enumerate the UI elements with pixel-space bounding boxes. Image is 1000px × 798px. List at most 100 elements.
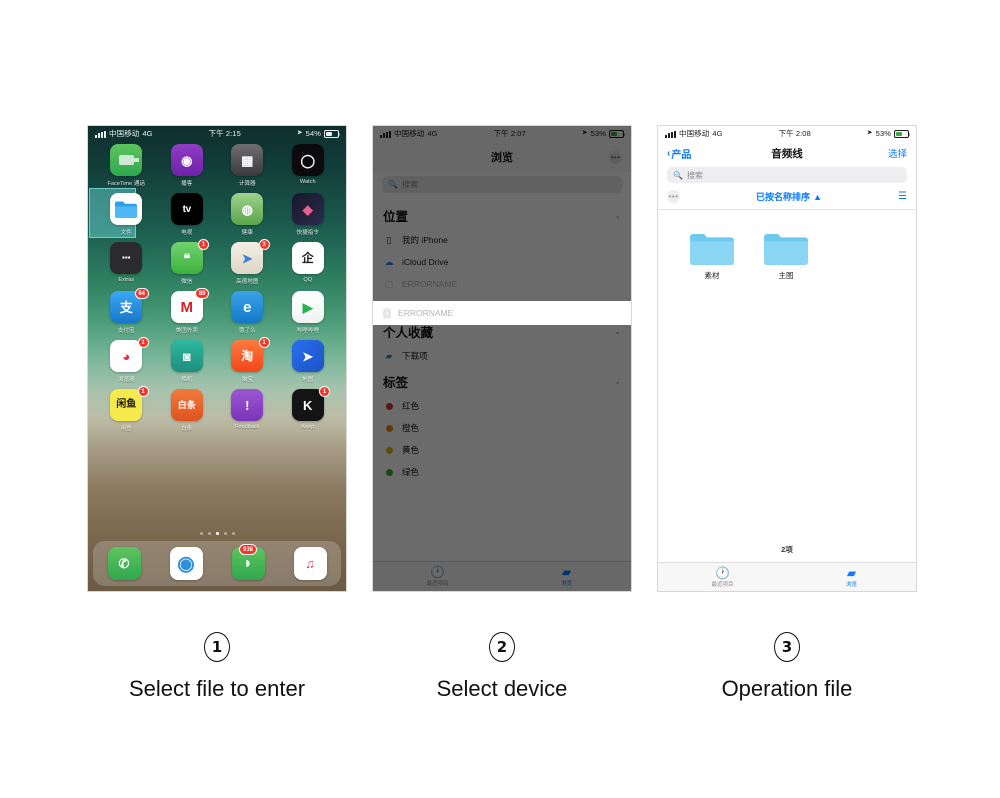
browser-icon: ◕ — [110, 340, 143, 372]
list-item-tag-red[interactable]: 红色 — [373, 395, 631, 417]
app-taobao[interactable]: 1 淘 淘宝 — [217, 337, 278, 383]
status-bar: 中国移动 4G 下午 2:15 ➤ 54% — [88, 126, 346, 142]
search-input[interactable]: 🔍 搜索 — [382, 176, 622, 193]
tag-orange-icon — [383, 422, 395, 434]
list-item-my-iphone[interactable]: ▯ 我的 iPhone — [373, 229, 631, 251]
app-keep[interactable]: 1 K Keep — [278, 386, 339, 432]
badge-count: 1 — [319, 386, 330, 397]
app-wechat[interactable]: 1 ❝ 微信 — [157, 239, 218, 285]
badge-count: 1 — [137, 386, 149, 397]
status-time: 下午 2:15 — [208, 129, 241, 138]
app-bilibili[interactable]: ▶ 哔哩哔哩 — [278, 291, 339, 334]
dock-music[interactable]: ♫ — [293, 547, 327, 580]
app-baitiao[interactable]: 白条 白条 — [157, 389, 218, 432]
calculator-icon: ▦ — [231, 144, 264, 176]
signal-bars-icon — [665, 130, 676, 138]
more-options-icon[interactable]: ••• — [667, 190, 680, 203]
search-placeholder: 搜索 — [686, 170, 703, 180]
app-label: Watch — [299, 179, 316, 185]
chevron-down-icon: ⌄ — [614, 211, 621, 220]
folder-item[interactable]: 主图 — [760, 232, 812, 281]
location-arrow-icon: ➤ — [866, 129, 873, 137]
badge-count: 89 — [195, 288, 209, 299]
battery-icon — [608, 130, 626, 138]
dock-phone[interactable]: ✆ — [107, 547, 141, 580]
item-count-label: 2项 — [781, 545, 793, 554]
list-item-icloud-drive[interactable]: ☁ iCloud Drive — [373, 251, 631, 273]
app-browser[interactable]: 1 ◕ 浏览器 — [96, 337, 157, 383]
dock-messages[interactable]: 938 ◗ — [231, 544, 265, 580]
list-item-errorname[interactable]: ▢ ERRORNAME — [373, 273, 631, 295]
list-item-tag-green[interactable]: 绿色 — [373, 461, 631, 483]
app-amap[interactable]: 3 ➤ 高德地图 — [217, 239, 278, 285]
bilibili-icon: ▶ — [291, 291, 324, 323]
section-title: 位置 — [383, 210, 409, 224]
location-arrow-icon: ➤ — [296, 129, 303, 137]
app-placeholder-icon: ▢ — [383, 307, 392, 319]
app-label: 闲鱼 — [120, 426, 132, 432]
sort-control[interactable]: 已按名称排序 ▲ — [756, 190, 822, 203]
step-number-1: 1 — [204, 632, 230, 662]
battery-percent: 53% — [590, 129, 606, 138]
app-label: 相机 — [181, 377, 193, 383]
list-view-icon[interactable]: ☰ — [898, 191, 907, 202]
app-watch[interactable]: ◯ Watch — [278, 144, 339, 187]
status-right: ➤ 53% — [582, 126, 626, 142]
podcast-icon: ◉ — [170, 144, 203, 176]
status-left: 中国移动 4G — [665, 126, 723, 142]
nav-bar: ‹ 产品 音频线 选择 — [658, 142, 916, 164]
badge-count: 1 — [137, 337, 149, 348]
more-options-icon[interactable]: ••• — [609, 151, 622, 164]
list-item-label: ERRORNAME — [398, 308, 454, 318]
list-item-downloads[interactable]: ▰ 下载项 — [373, 345, 631, 367]
app-calculator[interactable]: ▦ 计算器 — [217, 144, 278, 187]
list-item-label: 绿色 — [402, 467, 420, 477]
signal-bars-icon — [95, 130, 106, 138]
app-shortcuts[interactable]: ◆ 快捷指令 — [278, 193, 339, 236]
app-health[interactable]: ◍ 健康 — [217, 193, 278, 236]
tag-green-icon — [383, 466, 395, 478]
music-icon: ♫ — [293, 547, 327, 580]
tab-label: 浏览 — [560, 581, 572, 587]
select-button[interactable]: 选择 — [888, 146, 907, 160]
tab-recents[interactable]: 🕐 最近项目 — [373, 566, 502, 587]
tab-browse[interactable]: ▰ 浏览 — [787, 567, 916, 588]
app-qq[interactable]: 企 QQ — [278, 242, 339, 285]
list-item-tag-orange[interactable]: 橙色 — [373, 417, 631, 439]
page-dots[interactable] — [88, 532, 346, 535]
section-header-tags[interactable]: 标签 ⌄ — [373, 367, 631, 395]
app-appletv[interactable]: tv 电视 — [157, 193, 218, 236]
app-label: 快捷指令 — [296, 230, 319, 236]
app-facetime[interactable]: FaceTime 通话 — [96, 144, 157, 187]
app-camera[interactable]: ◙ 相机 — [157, 340, 218, 383]
app-eleme[interactable]: e 饿了么 — [217, 291, 278, 334]
list-item-label: 红色 — [402, 401, 420, 411]
app-meituan[interactable]: 89 M 美团外卖 — [157, 288, 218, 334]
app-xianyu[interactable]: 1 闲鱼 闲鱼 — [96, 386, 157, 432]
folder-item[interactable]: 素材 — [686, 232, 738, 281]
app-podcast[interactable]: ◉ 播客 — [157, 144, 218, 187]
app-label: 美团外卖 — [175, 328, 198, 334]
app-maps[interactable]: ➤ 地图 — [278, 340, 339, 383]
phone-screenshot-folder: 中国移动 4G 下午 2:08 ➤ 53% ‹ 产品 音频线 选择 🔍 搜索 •… — [657, 125, 917, 592]
qq-icon: 企 — [291, 242, 324, 274]
step-1: 中国移动 4G 下午 2:15 ➤ 54% FaceTime 通话 ◉ 播客 ▦… — [87, 125, 347, 592]
status-time: 下午 2:08 — [778, 129, 811, 138]
app-extras[interactable]: ▪▪▪ Extras — [96, 242, 157, 285]
app-label: 白条 — [181, 426, 193, 432]
dock-safari[interactable]: ◉ — [169, 547, 203, 580]
tab-label: 浏览 — [845, 581, 857, 588]
search-input[interactable]: 🔍 搜索 — [667, 167, 907, 183]
app-alipay[interactable]: 64 支 支付宝 — [96, 288, 157, 334]
search-icon: 🔍 — [388, 180, 398, 189]
section-header-locations[interactable]: 位置 ⌄ — [373, 201, 631, 229]
section-title: 标签 — [383, 376, 409, 390]
watch-icon: ◯ — [291, 144, 324, 176]
list-item-tag-yellow[interactable]: 黄色 — [373, 439, 631, 461]
status-left: 中国移动 4G — [95, 126, 153, 142]
tab-recents[interactable]: 🕐 最近项目 — [658, 567, 787, 588]
list-item-errorname-visible[interactable]: ▢ ERRORNAME — [373, 302, 631, 324]
app-feedback[interactable]: ! Feedback — [217, 389, 278, 432]
app-files[interactable]: 文件 — [89, 188, 157, 238]
tab-browse[interactable]: ▰ 浏览 — [502, 566, 631, 587]
